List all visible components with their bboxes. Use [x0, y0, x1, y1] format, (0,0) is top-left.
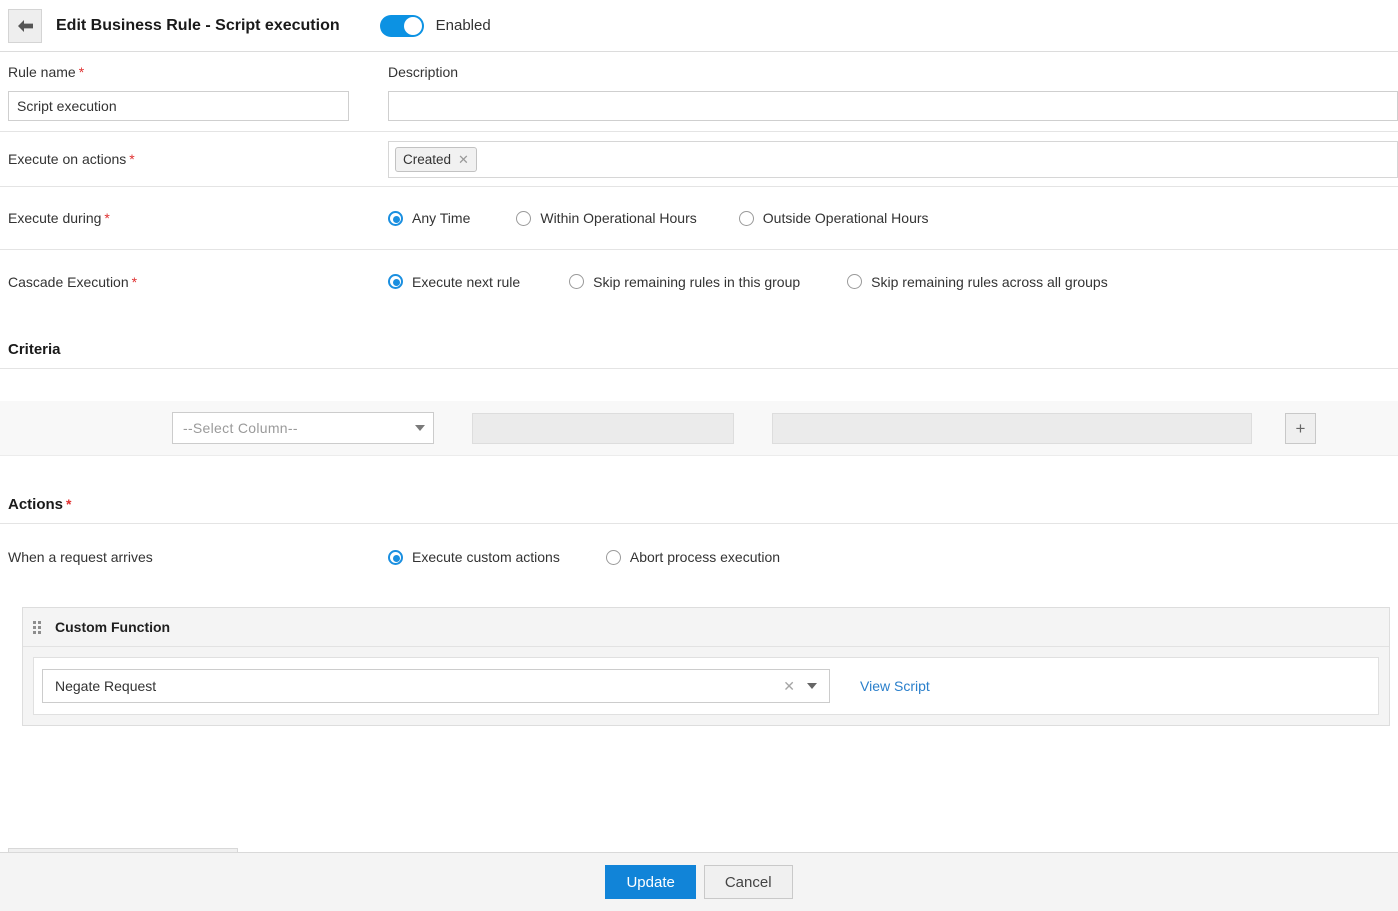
required-asterisk: *: [131, 273, 138, 290]
enabled-toggle-label: Enabled: [435, 17, 491, 34]
cancel-button[interactable]: Cancel: [703, 865, 793, 899]
row-when-request-arrives: When a request arrives Execute custom ac…: [0, 524, 1398, 590]
radio-label: Abort process execution: [629, 549, 781, 565]
rule-name-label-text: Rule name: [8, 64, 76, 80]
radio-label: Outside Operational Hours: [762, 210, 929, 226]
criteria-column-select[interactable]: --Select Column--: [172, 412, 434, 444]
token-label: Created: [403, 151, 452, 167]
radio-indicator: [388, 210, 403, 226]
radio-skip-remaining-in-group[interactable]: Skip remaining rules in this group: [569, 274, 800, 290]
chevron-down-icon: [415, 425, 425, 431]
form-footer: Update Cancel: [0, 852, 1398, 911]
radio-label: Skip remaining rules in this group: [593, 273, 801, 290]
plus-icon: +: [1295, 418, 1306, 438]
radio-indicator: [847, 274, 863, 289]
cascade-execution-label-text: Cascade Execution: [8, 273, 129, 290]
radio-label: Within Operational Hours: [540, 210, 697, 226]
description-field-group: Description: [388, 64, 1398, 121]
radio-within-operational-hours[interactable]: Within Operational Hours: [516, 210, 697, 226]
enabled-toggle[interactable]: [379, 14, 424, 37]
when-request-arrives-label: When a request arrives: [8, 549, 153, 565]
execute-on-actions-label-text: Execute on actions: [8, 151, 127, 167]
custom-function-title: Custom Function: [55, 619, 171, 635]
radio-label: Execute next rule: [412, 273, 521, 290]
rule-name-field-group: Rule name *: [0, 64, 388, 121]
execute-during-label: Execute during *: [0, 210, 388, 226]
back-button[interactable]: [8, 8, 42, 43]
radio-execute-custom-actions[interactable]: Execute custom actions: [388, 549, 560, 565]
radio-label: Execute custom actions: [412, 549, 560, 565]
execute-on-actions-field: Created ✕: [388, 140, 1398, 178]
drag-handle-icon[interactable]: [33, 620, 41, 634]
rule-name-label: Rule name *: [8, 64, 388, 80]
cascade-execution-label: Cascade Execution *: [0, 274, 388, 290]
row-cascade-execution: Cascade Execution * Execute next rule Ski…: [0, 250, 1398, 313]
back-arrow-icon: [17, 19, 34, 33]
radio-indicator: [569, 274, 585, 289]
close-icon[interactable]: ✕: [458, 153, 469, 166]
custom-function-card-header: Custom Function: [23, 608, 1389, 647]
required-asterisk: *: [129, 151, 135, 167]
add-criteria-button[interactable]: +: [1285, 412, 1316, 444]
description-input[interactable]: [388, 91, 1398, 121]
criteria-operator-input[interactable]: [472, 412, 734, 444]
radio-execute-next-rule[interactable]: Execute next rule: [388, 274, 520, 290]
criteria-row: --Select Column-- +: [0, 401, 1398, 456]
toggle-knob: [403, 16, 422, 35]
close-icon[interactable]: ✕: [783, 679, 795, 693]
required-asterisk: *: [78, 64, 85, 80]
execute-on-actions-tokenbox[interactable]: Created ✕: [388, 140, 1398, 178]
custom-function-select[interactable]: Negate Request ✕: [42, 669, 830, 703]
rule-name-input[interactable]: [8, 91, 349, 121]
update-button[interactable]: Update: [605, 865, 696, 899]
view-script-link[interactable]: View Script: [860, 678, 930, 694]
page-header: Edit Business Rule - Script execution En…: [0, 0, 1398, 52]
description-label: Description: [388, 64, 459, 80]
radio-indicator: [605, 549, 621, 565]
form-content: Rule name* Description Execute on action…: [0, 52, 1398, 911]
page-title: Edit Business Rule - Script execution: [56, 16, 340, 34]
radio-label: Skip remaining rules across all groups: [871, 273, 1108, 290]
enabled-toggle-group: Enabled: [379, 14, 491, 37]
cascade-execution-radio-group: Execute next rule Skip remaining rules i…: [388, 274, 1398, 290]
radio-indicator: [516, 210, 532, 226]
row-execute-on-actions: Execute on actions * Created ✕: [0, 132, 1398, 187]
radio-indicator: [388, 549, 403, 565]
radio-indicator: [388, 274, 403, 289]
criteria-value-input[interactable]: [772, 412, 1252, 444]
token-created[interactable]: Created ✕: [395, 146, 477, 172]
criteria-column-select-value: --Select Column--: [183, 420, 298, 436]
radio-label: Any Time: [412, 210, 471, 226]
criteria-heading-text: Criteria: [8, 341, 61, 358]
row-execute-during: Execute during * Any Time Within Operatio…: [0, 187, 1398, 250]
custom-function-select-value: Negate Request: [55, 678, 157, 694]
execute-during-label-text: Execute during: [8, 210, 102, 226]
radio-outside-operational-hours[interactable]: Outside Operational Hours: [738, 210, 929, 226]
chevron-down-icon: [807, 683, 817, 689]
execute-during-radio-group: Any Time Within Operational Hours Outsid…: [388, 210, 1398, 226]
criteria-section-heading: Criteria: [0, 341, 1398, 369]
required-asterisk: *: [104, 210, 110, 226]
radio-any-time[interactable]: Any Time: [388, 210, 470, 226]
when-request-arrives-radio-group: Execute custom actions Abort process exe…: [388, 549, 1398, 565]
required-asterisk: *: [66, 496, 72, 512]
radio-skip-remaining-across-groups[interactable]: Skip remaining rules across all groups: [847, 274, 1108, 290]
row-rule-name-description: Rule name* Description: [0, 52, 1398, 132]
actions-section-heading: Actions *: [0, 496, 1398, 524]
execute-on-actions-label: Execute on actions *: [0, 151, 388, 167]
custom-function-card: Custom Function Negate Request ✕ View Sc…: [22, 607, 1390, 726]
actions-heading-text: Actions: [8, 496, 64, 513]
radio-indicator: [738, 210, 754, 226]
custom-function-card-body: Negate Request ✕ View Script: [33, 657, 1379, 715]
radio-abort-process-execution[interactable]: Abort process execution: [605, 549, 781, 565]
